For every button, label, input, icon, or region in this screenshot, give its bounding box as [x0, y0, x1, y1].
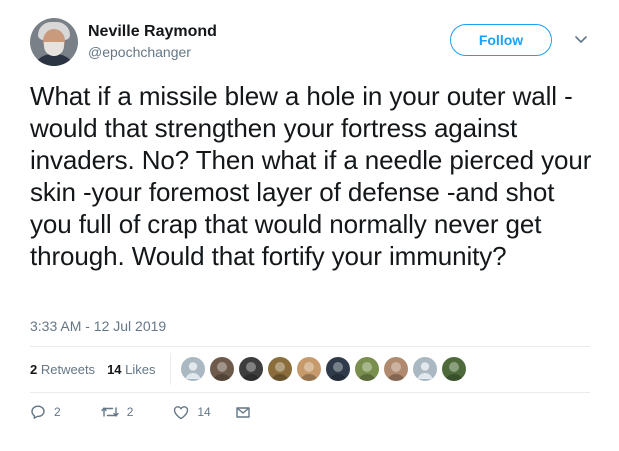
retweet-icon — [100, 407, 119, 417]
chevron-down-icon[interactable] — [574, 32, 588, 46]
tweet-text: What if a missile blew a hole in your ou… — [30, 81, 592, 271]
liker-avatar[interactable] — [209, 357, 234, 381]
retweet-button[interactable]: 2 — [100, 405, 133, 419]
user-name[interactable]: Neville Raymond — [88, 23, 217, 41]
liker-avatar[interactable] — [383, 357, 408, 381]
liker-avatar[interactable] — [296, 357, 321, 381]
tweet-actions: 2 2 14 — [30, 404, 277, 420]
divider — [30, 346, 590, 347]
envelope-icon — [236, 406, 250, 418]
liker-avatar[interactable] — [267, 357, 292, 381]
reply-icon — [31, 405, 45, 419]
message-button[interactable] — [235, 406, 259, 419]
reply-button[interactable]: 2 — [30, 404, 61, 420]
liker-avatar[interactable] — [412, 357, 437, 381]
likers-list — [180, 357, 471, 381]
heart-icon — [174, 405, 189, 419]
tweet-timestamp[interactable]: 3:33 AM - 12 Jul 2019 — [30, 318, 166, 334]
liker-avatar[interactable] — [441, 357, 466, 381]
divider — [169, 353, 171, 385]
liker-avatar[interactable] — [325, 357, 350, 381]
likes-stat[interactable]: 14 Likes — [107, 362, 155, 377]
like-button[interactable]: 14 — [173, 405, 211, 420]
divider — [30, 392, 590, 393]
liker-avatar[interactable] — [354, 357, 379, 381]
follow-button[interactable]: Follow — [450, 24, 552, 56]
retweets-stat[interactable]: 2 Retweets — [30, 362, 95, 377]
tweet-stats: 2 Retweets 14 Likes — [30, 352, 590, 386]
liker-avatar[interactable] — [238, 357, 263, 381]
liker-avatar[interactable] — [180, 357, 205, 381]
user-handle[interactable]: @epochchanger — [88, 44, 191, 60]
avatar[interactable] — [30, 18, 78, 66]
tweet-header: Neville Raymond @epochchanger Follow — [30, 18, 595, 68]
